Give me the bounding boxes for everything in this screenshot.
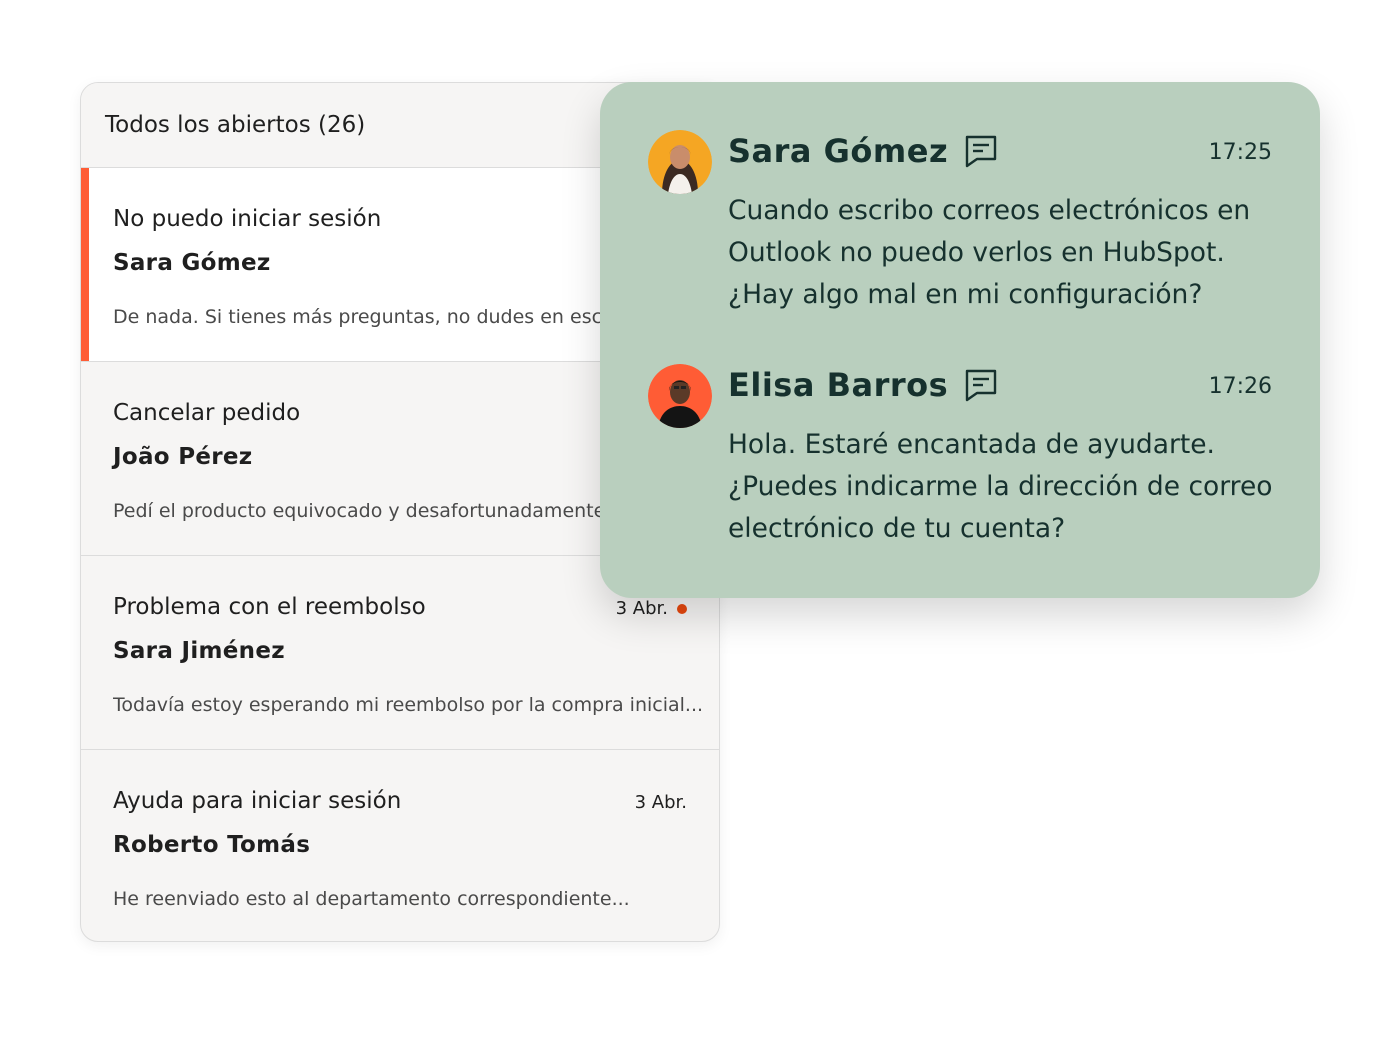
ticket-subject: Ayuda para iniciar sesión — [113, 788, 402, 814]
sender-name: Elisa Barros — [728, 366, 949, 404]
chat-conversation-card: Sara Gómez 17:25 Cuando escribo correos … — [600, 82, 1320, 598]
message-time: 17:26 — [1208, 374, 1272, 399]
chat-bubble-icon — [965, 135, 997, 168]
ticket-date: 3 Abr. — [616, 598, 687, 619]
sender-name: Sara Gómez — [728, 132, 949, 170]
ticket-date-text: 3 Abr. — [615, 598, 668, 619]
ticket-preview: Todavía estoy esperando mi reembolso por… — [113, 694, 704, 716]
ticket-date-text: 3 Abr. — [634, 792, 687, 813]
avatar — [648, 364, 712, 428]
inbox-title: Todos los abiertos (26) — [105, 112, 366, 138]
ticket-contact-name: Roberto Tomás — [113, 832, 311, 858]
avatar — [648, 130, 712, 194]
message-sender: Elisa Barros — [728, 366, 998, 404]
unread-dot-icon — [677, 603, 687, 614]
message-sender: Sara Gómez — [728, 132, 998, 170]
ticket-contact-name: Sara Gómez — [113, 250, 271, 276]
chat-bubble-icon — [965, 369, 997, 402]
ticket-contact-name: Sara Jiménez — [113, 638, 285, 664]
message-time: 17:25 — [1208, 140, 1272, 165]
ticket-subject: Problema con el reembolso — [113, 594, 426, 620]
ticket-item-3[interactable]: Ayuda para iniciar sesión 3 Abr. Roberto… — [81, 750, 719, 941]
message-text: Hola. Estaré encantada de ayudarte. ¿Pue… — [728, 429, 1273, 544]
ticket-subject: Cancelar pedido — [113, 400, 301, 426]
ticket-preview: He reenviado esto al departamento corres… — [113, 888, 630, 910]
message-text: Cuando escribo correos electrónicos en O… — [728, 195, 1251, 310]
ticket-date: 3 Abr. — [635, 792, 687, 813]
ticket-subject: No puedo iniciar sesión — [113, 206, 382, 232]
ticket-contact-name: João Pérez — [113, 444, 253, 470]
